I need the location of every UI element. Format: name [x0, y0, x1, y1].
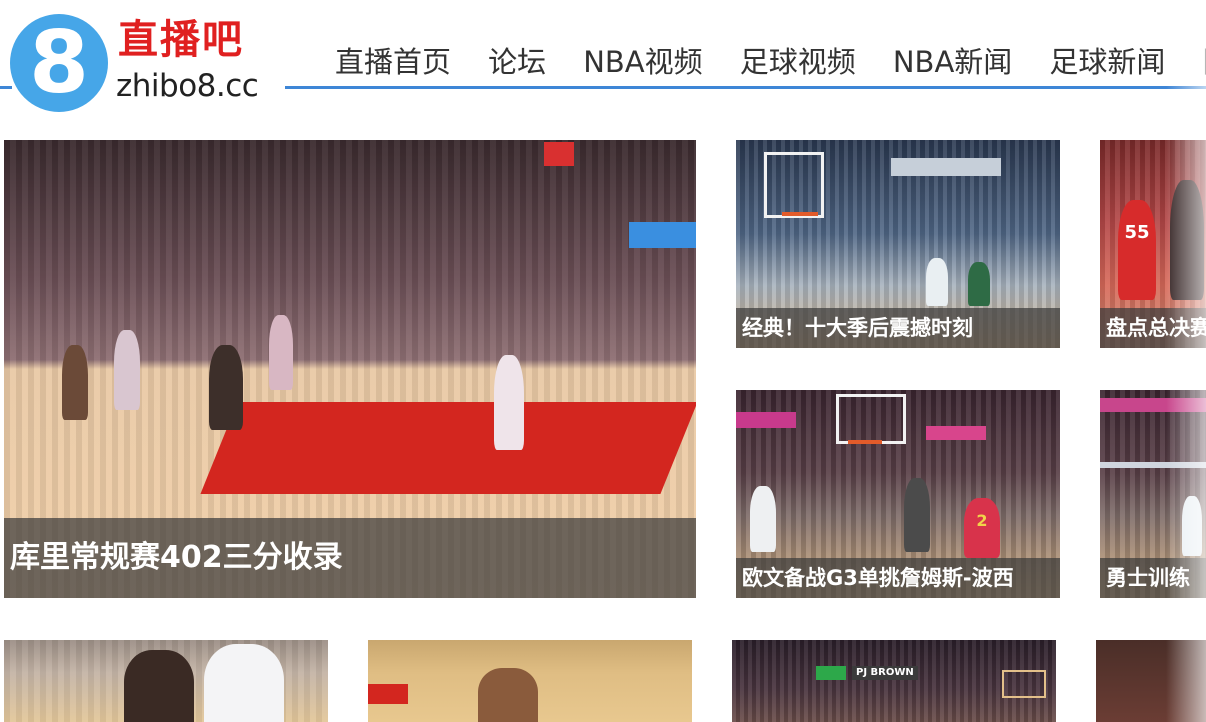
scoreboard-name: PJ BROWN — [852, 666, 918, 680]
video-caption[interactable]: 经典！十大季后震撼时刻 — [736, 308, 1060, 348]
video-card[interactable] — [368, 640, 692, 722]
nav-item-nba-video[interactable]: NBA视频 — [583, 40, 702, 84]
nav-item-football-news[interactable]: 足球新闻 — [1049, 40, 1165, 84]
player-figure — [968, 262, 990, 306]
video-card[interactable]: 经典！十大季后震撼时刻 — [736, 140, 1060, 348]
player-figure — [904, 478, 930, 552]
featured-video-card[interactable]: 库里常规赛402三分收录 — [4, 140, 696, 598]
player-figure — [494, 355, 524, 450]
video-card[interactable]: PJ BROWN — [732, 640, 1056, 722]
basketball-hoop — [1002, 670, 1046, 698]
player-figure — [269, 315, 293, 390]
nav-item-football-video[interactable]: 足球视频 — [740, 40, 856, 84]
player-figure — [478, 668, 538, 722]
nav-underline-left — [0, 86, 12, 89]
right-edge-fade — [1166, 0, 1206, 722]
player-figure — [204, 644, 284, 722]
main-nav: 直播首页 论坛 NBA视频 足球视频 NBA新闻 足球新闻 图 — [318, 40, 1206, 84]
player-figure — [124, 650, 194, 722]
player-figure — [750, 486, 776, 552]
scoreboard-badge — [816, 666, 846, 680]
arena-banner — [629, 222, 696, 248]
basketball-hoop — [836, 394, 906, 444]
jersey-number: 2 — [976, 511, 988, 530]
basketball-rim — [782, 212, 818, 216]
site-header: 8 直播吧 zhibo8.cc 直播首页 论坛 NBA视频 足球视频 NBA新闻… — [0, 0, 1206, 112]
jersey-number: 55 — [1124, 222, 1150, 243]
nav-item-live-home[interactable]: 直播首页 — [335, 40, 451, 84]
logo-chinese-name: 直播吧 — [118, 17, 244, 63]
video-card[interactable]: 2 欧文备战G3单挑詹姆斯-波西 — [736, 390, 1060, 598]
logo-domain: zhibo8.cc — [116, 68, 259, 104]
video-card[interactable] — [4, 640, 328, 722]
nav-item-forum[interactable]: 论坛 — [488, 40, 546, 84]
video-thumbnail: PJ BROWN — [732, 640, 1056, 722]
court-paint — [368, 684, 408, 704]
player-figure — [114, 330, 140, 410]
player-figure — [209, 345, 243, 430]
arena-banner — [926, 426, 986, 440]
nav-item-nba-news[interactable]: NBA新闻 — [893, 40, 1012, 84]
video-thumbnail — [368, 640, 692, 722]
basketball-rim — [848, 440, 882, 444]
player-figure: 2 — [964, 498, 1000, 558]
logo-eight-icon: 8 — [10, 14, 108, 112]
nav-underline — [285, 86, 1206, 89]
court-paint — [200, 402, 696, 494]
arena-banner — [736, 412, 796, 428]
site-logo[interactable]: 8 直播吧 zhibo8.cc — [6, 10, 276, 112]
player-figure — [926, 258, 948, 306]
arena-banner — [544, 142, 574, 166]
player-figure — [62, 345, 88, 420]
arena-banner — [891, 158, 1001, 176]
video-thumbnail — [4, 640, 328, 722]
player-figure: 55 — [1118, 200, 1156, 300]
featured-video-caption[interactable]: 库里常规赛402三分收录 — [4, 518, 696, 598]
basketball-hoop — [764, 152, 824, 218]
video-caption[interactable]: 欧文备战G3单挑詹姆斯-波西 — [736, 558, 1060, 598]
